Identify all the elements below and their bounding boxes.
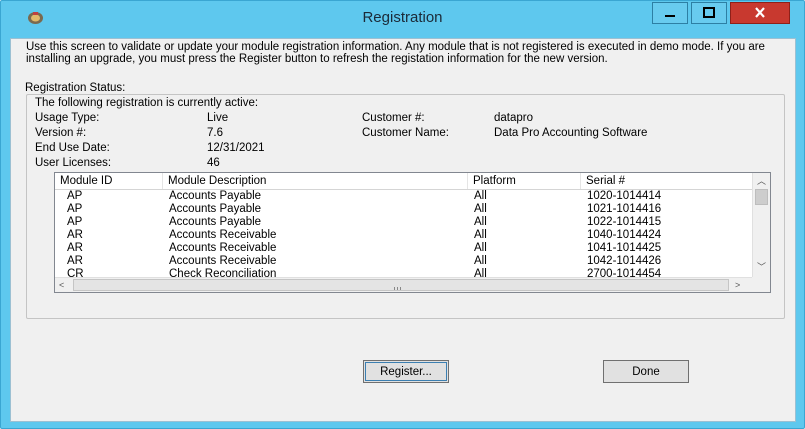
chevron-left-icon[interactable]: < (59, 279, 64, 291)
vertical-scrollbar[interactable]: ︿ ﹀ (752, 173, 770, 277)
module-description-cell: Accounts Payable (169, 203, 262, 215)
platform-cell: All (474, 255, 487, 267)
module-list-header: Module ID Module Description Platform Se… (55, 173, 752, 190)
scroll-corner (752, 277, 770, 292)
serial-cell: 1040-1014424 (587, 229, 662, 241)
version-label: Version #: (35, 127, 87, 139)
end-use-date-label: End Use Date: (35, 142, 110, 154)
chevron-down-icon[interactable]: ﹀ (757, 261, 766, 273)
close-button[interactable] (730, 2, 790, 24)
platform-cell: All (474, 190, 487, 202)
registration-window: Registration Use this screen to validate… (0, 0, 805, 429)
table-row[interactable]: AR Accounts Receivable All 1040-1014424 (55, 229, 752, 242)
module-list[interactable]: Module ID Module Description Platform Se… (54, 172, 771, 293)
registration-status-title: Registration Status: (22, 82, 129, 94)
minimize-icon (665, 15, 675, 17)
module-description-cell: Accounts Receivable (169, 255, 277, 267)
platform-cell: All (474, 242, 487, 254)
dialog-body: Use this screen to validate or update yo… (10, 38, 796, 422)
module-id-cell: AP (67, 203, 83, 215)
platform-cell: All (474, 229, 487, 241)
customer-number-label: Customer #: (362, 112, 425, 124)
usage-type-label: Usage Type: (35, 112, 100, 124)
close-icon (755, 7, 765, 18)
module-id-cell: AR (67, 242, 83, 254)
module-id-cell: AP (67, 190, 83, 202)
usage-type-value: Live (207, 112, 229, 124)
module-id-cell: AR (67, 255, 83, 267)
title-bar[interactable]: Registration (1, 1, 804, 38)
horizontal-scrollbar[interactable]: < > (55, 277, 752, 292)
serial-cell: 1022-1014415 (587, 216, 662, 228)
grip-icon (394, 287, 401, 290)
maximize-icon (703, 7, 715, 18)
serial-cell: 1042-1014426 (587, 255, 662, 267)
column-header-platform[interactable]: Platform (468, 173, 581, 189)
column-header-serial[interactable]: Serial # (581, 173, 752, 189)
active-registration-text: The following registration is currently … (35, 97, 259, 109)
table-row[interactable]: AP Accounts Payable All 1020-1014414 (55, 190, 752, 203)
platform-cell: All (474, 216, 487, 228)
table-row[interactable]: AP Accounts Payable All 1022-1014415 (55, 216, 752, 229)
register-button[interactable]: Register... (363, 360, 449, 383)
module-description-cell: Accounts Payable (169, 216, 262, 228)
customer-name-value: Data Pro Accounting Software (494, 127, 648, 139)
module-description-cell: Accounts Receivable (169, 242, 277, 254)
module-id-cell: AR (67, 229, 83, 241)
intro-text: Use this screen to validate or update yo… (26, 41, 765, 65)
table-row[interactable]: AR Accounts Receivable All 1042-1014426 (55, 255, 752, 268)
chevron-right-icon[interactable]: > (735, 279, 740, 291)
done-button[interactable]: Done (603, 360, 689, 383)
module-description-cell: Accounts Receivable (169, 229, 277, 241)
user-licenses-label: User Licenses: (35, 157, 112, 169)
column-header-module-id[interactable]: Module ID (55, 173, 163, 189)
module-id-cell: AP (67, 216, 83, 228)
column-header-module-description[interactable]: Module Description (163, 173, 468, 189)
horizontal-scroll-thumb[interactable] (73, 279, 729, 291)
maximize-button[interactable] (691, 2, 727, 24)
serial-cell: 1021-1014416 (587, 203, 662, 215)
table-row[interactable]: AR Accounts Receivable All 1041-1014425 (55, 242, 752, 255)
version-value: 7.6 (207, 127, 223, 139)
customer-number-value: datapro (494, 112, 534, 124)
serial-cell: 1020-1014414 (587, 190, 662, 202)
table-row[interactable]: AP Accounts Payable All 1021-1014416 (55, 203, 752, 216)
customer-name-label: Customer Name: (362, 127, 449, 139)
user-licenses-value: 46 (207, 157, 220, 169)
serial-cell: 1041-1014425 (587, 242, 662, 254)
vertical-scroll-thumb[interactable] (755, 189, 768, 205)
end-use-date-value: 12/31/2021 (207, 142, 265, 154)
minimize-button[interactable] (652, 2, 688, 24)
chevron-up-icon[interactable]: ︿ (757, 175, 766, 187)
module-description-cell: Accounts Payable (169, 190, 262, 202)
platform-cell: All (474, 203, 487, 215)
